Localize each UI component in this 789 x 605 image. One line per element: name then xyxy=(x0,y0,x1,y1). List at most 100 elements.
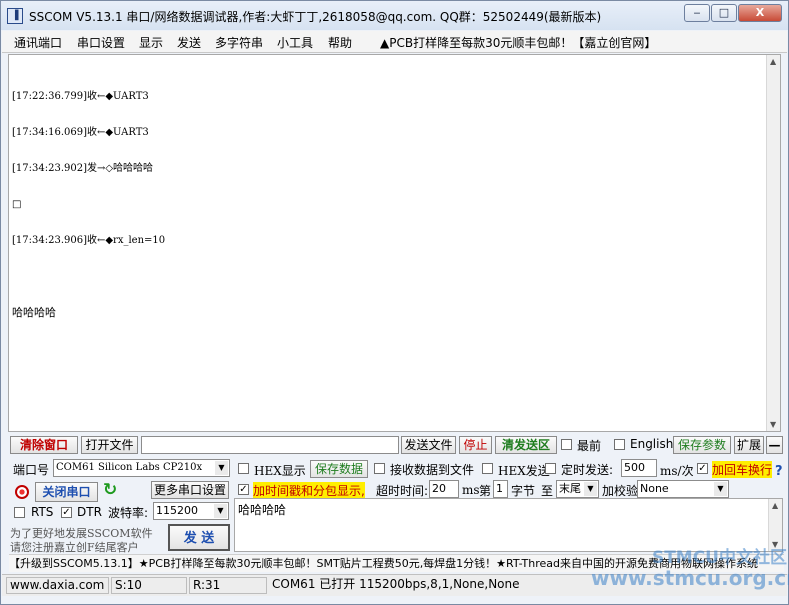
menu-send[interactable]: 发送 xyxy=(177,34,201,51)
hex-send-label: HEX发送 xyxy=(498,464,550,478)
crlf-label: 加回车换行 xyxy=(712,461,773,478)
port-status-icon xyxy=(15,485,29,499)
chevron-down-icon: ▼ xyxy=(714,482,727,496)
menu-port-settings[interactable]: 串口设置 xyxy=(77,34,125,51)
receive-line: [17:34:23.906]收←◆rx_len=10 xyxy=(12,235,166,246)
close-button[interactable]: X xyxy=(738,4,782,22)
more-port-settings-button[interactable]: 更多串口设置 xyxy=(151,481,229,499)
menu-comm-port[interactable]: 通讯端口 xyxy=(14,34,62,51)
topmost-label: 最前 xyxy=(577,439,602,453)
crlf-checkbox[interactable]: ✓ xyxy=(697,463,708,474)
chevron-down-icon: ▼ xyxy=(215,461,228,475)
baud-label: 波特率: xyxy=(108,506,149,520)
end-select-value: 末尾 xyxy=(559,482,581,495)
byte-label: 字节 xyxy=(511,484,536,498)
port-state: COM61 已打开 115200bps,8,1,None,None xyxy=(272,577,520,591)
timeout-label: 超时时间: xyxy=(376,484,429,498)
recv-to-file-label[interactable]: 接收数据到文件 xyxy=(390,461,474,478)
status-bar: www.daxia.com S:10 R:31 COM61 已打开 115200… xyxy=(2,574,787,596)
recv-to-file-checkbox[interactable] xyxy=(374,463,385,474)
hex-display-label: HEX显示 xyxy=(254,464,306,478)
english-checkbox[interactable] xyxy=(614,439,625,450)
send-textbox[interactable]: 哈哈哈哈 ▲ ▼ xyxy=(234,498,783,552)
scroll-up-icon[interactable]: ▲ xyxy=(770,57,776,66)
promo-ticker[interactable]: 【升级到SSCOM5.13.1】★PCB打样降至每款30元顺丰包邮！SMT贴片工… xyxy=(9,554,784,572)
rts-checkbox[interactable] xyxy=(14,507,25,518)
receive-line xyxy=(12,271,165,283)
port-select[interactable]: COM61 Silicon Labs CP210x ▼ xyxy=(53,459,230,477)
timestamp-checkbox[interactable]: ✓ xyxy=(238,484,249,495)
send-file-button[interactable]: 发送文件 xyxy=(401,436,456,454)
open-file-button[interactable]: 打开文件 xyxy=(81,436,138,454)
title-bar: ▐ SSCOM V5.13.1 串口/网络数据调试器,作者:大虾丁丁,26180… xyxy=(1,1,788,30)
clear-send-button[interactable]: 清发送区 xyxy=(495,436,557,454)
end-select[interactable]: 末尾 ▼ xyxy=(556,480,599,498)
collapse-button[interactable]: — xyxy=(766,436,783,454)
app-window: ▐ SSCOM V5.13.1 串口/网络数据调试器,作者:大虾丁丁,26180… xyxy=(0,0,789,605)
port-label: 端口号 xyxy=(13,463,50,477)
sent-count: S:10 xyxy=(111,577,187,594)
hex-send-checkbox[interactable] xyxy=(482,463,493,474)
send-button[interactable]: 发 送 xyxy=(168,524,230,551)
scroll-down-icon[interactable]: ▼ xyxy=(770,420,776,429)
file-path-input[interactable] xyxy=(141,436,399,454)
to-label: 至 xyxy=(541,484,554,498)
english-label: English xyxy=(630,437,674,451)
hex-display-checkbox[interactable] xyxy=(238,463,249,474)
rts-label: RTS xyxy=(31,505,54,519)
scroll-up-icon[interactable]: ▲ xyxy=(772,501,778,510)
receive-area[interactable]: [17:22:36.799]收←◆UART3 [17:34:16.069]收←◆… xyxy=(8,54,781,432)
timestamp-label: 加时间戳和分包显示, xyxy=(253,482,365,499)
menu-display[interactable]: 显示 xyxy=(139,34,163,51)
checksum-label: 加校验 xyxy=(602,484,639,498)
timeout-unit: ms xyxy=(462,483,480,497)
receive-line: [17:34:23.902]发→◇哈哈哈哈 xyxy=(12,163,154,174)
menu-bar: 通讯端口 串口设置 显示 发送 多字符串 小工具 帮助 ▲PCB打样降至每款30… xyxy=(2,31,787,53)
save-data-button[interactable]: 保存数据 xyxy=(310,460,368,478)
stop-button[interactable]: 停止 xyxy=(459,436,492,454)
dtr-label: DTR xyxy=(77,505,102,519)
interval-input[interactable]: 500 xyxy=(621,459,657,477)
chevron-down-icon: ▼ xyxy=(214,504,227,518)
baud-select-value: 115200 xyxy=(156,504,198,517)
dtr-checkbox[interactable]: ✓ xyxy=(61,507,72,518)
menu-multi-string[interactable]: 多字符串 xyxy=(215,34,263,51)
nth-input[interactable]: 1 xyxy=(493,480,508,498)
menu-help[interactable]: 帮助 xyxy=(328,34,352,51)
scroll-down-icon[interactable]: ▼ xyxy=(772,540,778,549)
checksum-select-value: None xyxy=(640,482,669,495)
receive-line: □ xyxy=(12,199,22,210)
app-logo-icon: ▐ xyxy=(7,8,23,24)
ticker-text: 【升级到SSCOM5.13.1】★PCB打样降至每款30元顺丰包邮！SMT贴片工… xyxy=(9,557,759,570)
expand-button[interactable]: 扩展 xyxy=(734,436,764,454)
send-text: 哈哈哈哈 xyxy=(238,503,287,517)
send-scrollbar[interactable]: ▲ ▼ xyxy=(768,499,782,551)
minimize-button[interactable]: ‒ xyxy=(684,4,710,22)
menu-tools[interactable]: 小工具 xyxy=(277,34,313,51)
receive-scrollbar[interactable]: ▲ ▼ xyxy=(766,55,780,431)
help-link[interactable]: ? xyxy=(775,464,783,479)
topmost-checkbox[interactable] xyxy=(561,439,572,450)
maximize-button[interactable]: □ xyxy=(711,4,737,22)
window-title: SSCOM V5.13.1 串口/网络数据调试器,作者:大虾丁丁,2618058… xyxy=(29,10,602,24)
clear-window-button[interactable]: 清除窗口 xyxy=(10,436,78,454)
received-count: R:31 xyxy=(189,577,267,594)
checksum-select[interactable]: None ▼ xyxy=(637,480,729,498)
close-port-button[interactable]: 关闭串口 xyxy=(35,482,98,502)
port-select-value: COM61 Silicon Labs CP210x xyxy=(56,462,203,473)
refresh-icon[interactable]: ↻ xyxy=(103,480,117,500)
register-note-line2[interactable]: 请您注册嘉立创F结尾客户 xyxy=(10,539,139,555)
menu-promo-link[interactable]: ▲PCB打样降至每款30元顺丰包邮！【嘉立创官网】 xyxy=(380,34,656,51)
timed-send-checkbox[interactable] xyxy=(545,463,556,474)
timed-send-label: 定时发送: xyxy=(561,463,614,477)
save-params-button[interactable]: 保存参数 xyxy=(673,436,731,454)
interval-unit: ms/次 xyxy=(660,464,694,478)
receive-line: [17:22:36.799]收←◆UART3 xyxy=(12,91,149,102)
timeout-input[interactable]: 20 xyxy=(429,480,459,498)
baud-select[interactable]: 115200 ▼ xyxy=(153,502,229,520)
nth-label: 第 xyxy=(479,484,492,498)
receive-line: 哈哈哈哈 xyxy=(12,306,56,319)
receive-line: [17:34:16.069]收←◆UART3 xyxy=(12,127,149,138)
website-link[interactable]: www.daxia.com xyxy=(6,577,109,594)
receive-log: [17:22:36.799]收←◆UART3 [17:34:16.069]收←◆… xyxy=(12,67,165,343)
